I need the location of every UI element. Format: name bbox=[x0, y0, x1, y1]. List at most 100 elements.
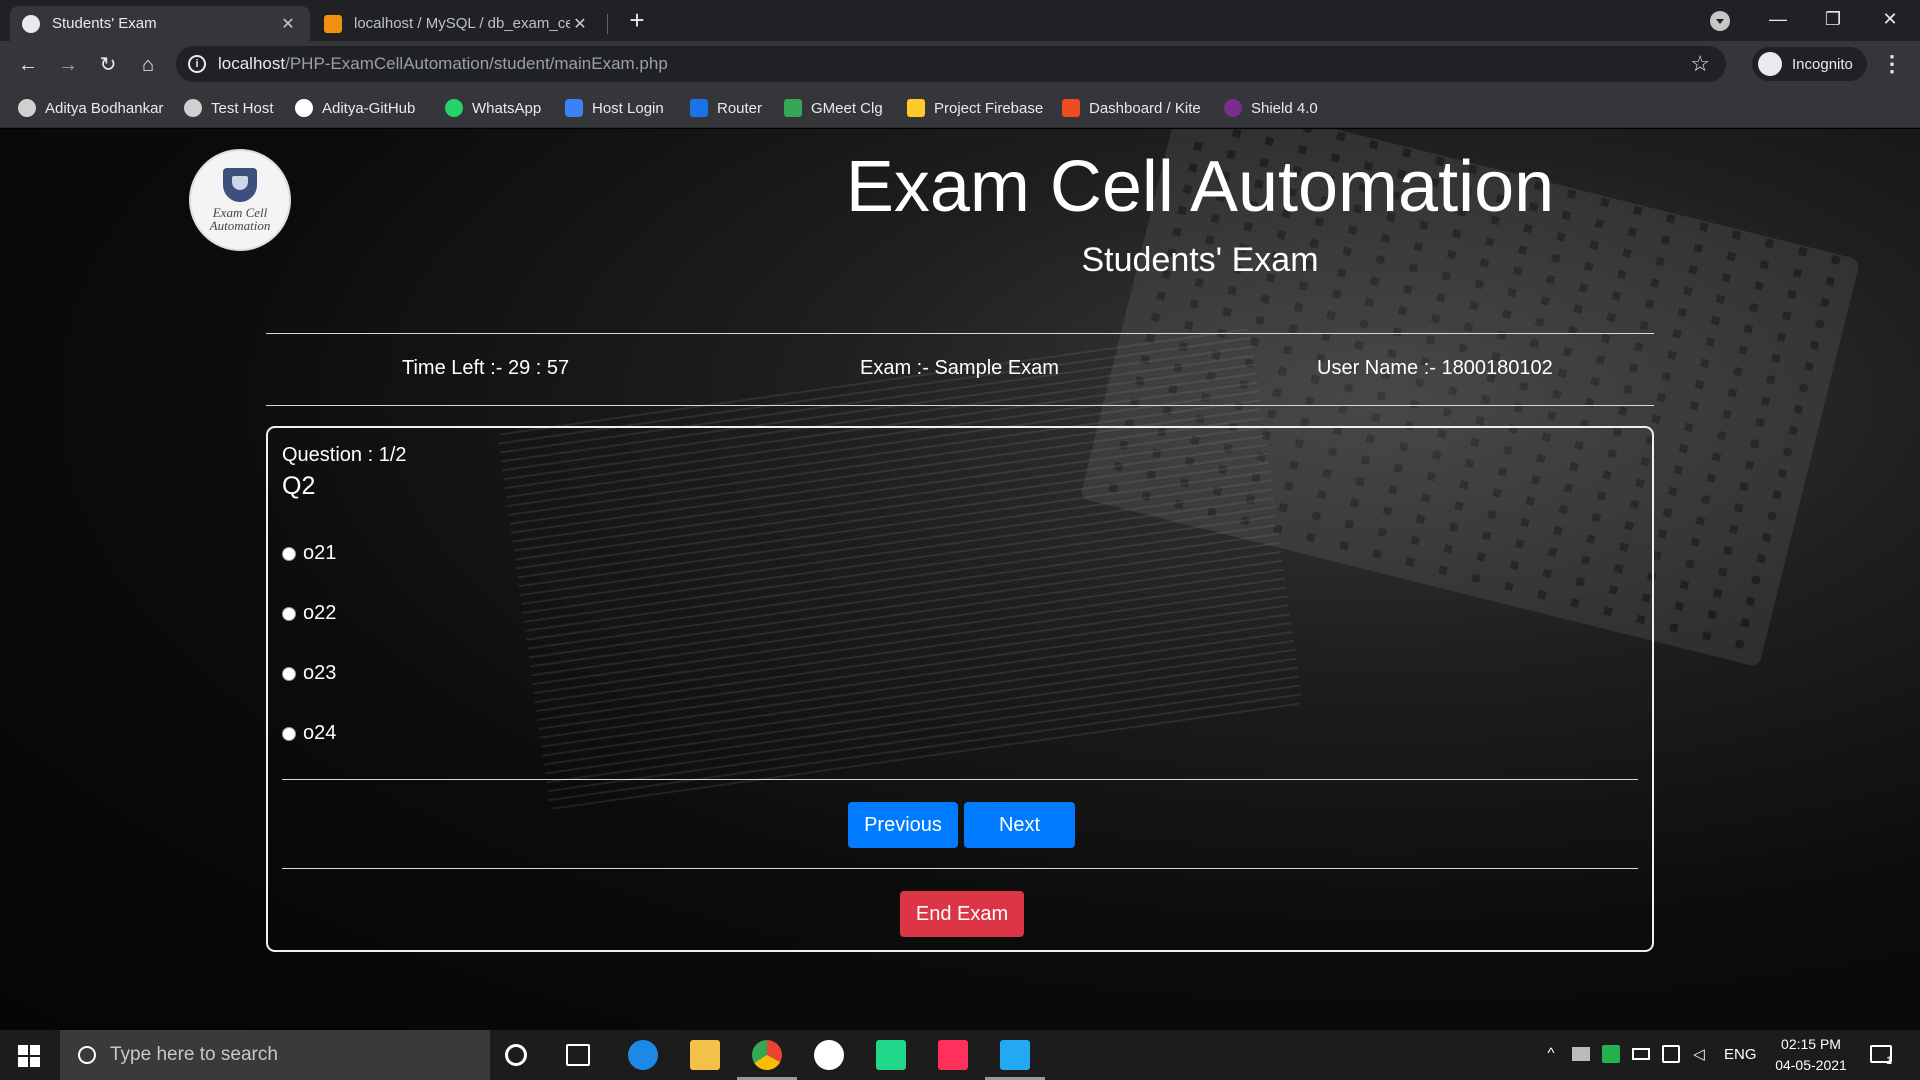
browser-tab-bar: Students' Exam ✕ localhost / MySQL / db_… bbox=[0, 0, 1920, 41]
vscode-icon[interactable] bbox=[1000, 1040, 1030, 1070]
clock-date: 04-05-2021 bbox=[1775, 1057, 1847, 1073]
bookmark-test-host[interactable]: Test Host bbox=[184, 96, 274, 120]
exam-name-label: Exam :- Sample Exam bbox=[860, 357, 1059, 379]
tab-phpmyadmin[interactable]: localhost / MySQL / db_exam_cel ✕ bbox=[312, 6, 602, 41]
tray-app-icon[interactable] bbox=[1602, 1045, 1620, 1063]
previous-button[interactable]: Previous bbox=[848, 802, 958, 848]
intellij-icon[interactable] bbox=[938, 1040, 968, 1070]
bookmark-host-login[interactable]: Host Login bbox=[565, 96, 664, 120]
end-exam-button[interactable]: End Exam bbox=[900, 891, 1024, 937]
close-tab-icon[interactable]: ✕ bbox=[570, 14, 590, 34]
network-icon[interactable] bbox=[1662, 1045, 1680, 1063]
forward-arrow-icon[interactable]: → bbox=[52, 49, 84, 81]
windows-taskbar: Type here to search ^ ◁ ENG 02:15 PM 04-… bbox=[0, 1030, 1920, 1080]
taskbar-clock[interactable]: 02:15 PM 04-05-2021 bbox=[1766, 1034, 1856, 1076]
incognito-icon bbox=[1758, 52, 1782, 76]
whatsapp-icon bbox=[445, 99, 463, 117]
task-view-icon[interactable] bbox=[566, 1044, 590, 1066]
restore-button[interactable]: ❐ bbox=[1813, 4, 1853, 34]
bookmarks-bar: Aditya Bodhankar Test Host Aditya-GitHub… bbox=[0, 88, 1920, 128]
question-number: Question : 1/2 bbox=[282, 444, 407, 466]
card-divider-1 bbox=[282, 779, 1638, 780]
option-4[interactable]: o24 bbox=[282, 722, 336, 745]
home-icon[interactable]: ⌂ bbox=[132, 49, 164, 81]
time-left-label: Time Left :- 29 : 57 bbox=[402, 357, 570, 379]
close-tab-icon[interactable]: ✕ bbox=[278, 14, 298, 34]
edge-icon[interactable] bbox=[628, 1040, 658, 1070]
search-icon bbox=[78, 1046, 96, 1064]
bookmark-gmeet-clg[interactable]: GMeet Clg bbox=[784, 96, 883, 120]
chrome-icon[interactable] bbox=[752, 1040, 782, 1070]
bookmark-router[interactable]: Router bbox=[690, 96, 762, 120]
tab-search-icon[interactable] bbox=[1710, 11, 1730, 31]
github-icon bbox=[295, 99, 313, 117]
user-name-label: User Name :- 1800180102 bbox=[1317, 357, 1553, 379]
bookmark-aditya-github[interactable]: Aditya-GitHub bbox=[295, 96, 415, 120]
avatar-icon bbox=[18, 99, 36, 117]
incognito-label: Incognito bbox=[1792, 55, 1853, 73]
meet-icon bbox=[784, 99, 802, 117]
next-button[interactable]: Next bbox=[964, 802, 1075, 848]
bookmark-aditya-bodhankar[interactable]: Aditya Bodhankar bbox=[18, 96, 163, 120]
option-2[interactable]: o22 bbox=[282, 602, 336, 625]
close-window-button[interactable]: ✕ bbox=[1870, 4, 1910, 34]
notification-count: 1 bbox=[1886, 1055, 1893, 1067]
url-text[interactable]: localhost/PHP-ExamCellAutomation/student… bbox=[218, 54, 668, 74]
bookmark-project-firebase[interactable]: Project Firebase bbox=[907, 96, 1043, 120]
new-tab-button[interactable]: + bbox=[622, 6, 652, 36]
bookmark-shield[interactable]: Shield 4.0 bbox=[1224, 96, 1318, 120]
d-link-icon bbox=[690, 99, 708, 117]
language-indicator[interactable]: ENG bbox=[1724, 1046, 1757, 1063]
logo-shield-icon bbox=[223, 168, 257, 202]
site-logo: Exam Cell Automation bbox=[189, 149, 291, 251]
incognito-profile-button[interactable]: Incognito bbox=[1752, 47, 1867, 81]
page-content: Exam Cell Automation Exam Cell Automatio… bbox=[0, 129, 1920, 1030]
card-divider-2 bbox=[282, 868, 1638, 869]
pycharm-icon[interactable] bbox=[876, 1040, 906, 1070]
radio-button[interactable] bbox=[282, 606, 296, 621]
header-divider-bottom bbox=[266, 405, 1654, 406]
clock-time: 02:15 PM bbox=[1781, 1036, 1841, 1052]
reload-icon[interactable]: ↻ bbox=[92, 49, 124, 81]
globe-icon bbox=[184, 99, 202, 117]
bookmark-whatsapp[interactable]: WhatsApp bbox=[445, 96, 541, 120]
windows-start-icon[interactable] bbox=[18, 1045, 40, 1067]
back-arrow-icon[interactable]: ← bbox=[12, 49, 44, 81]
taskbar-search-box[interactable]: Type here to search bbox=[60, 1030, 490, 1080]
file-explorer-icon[interactable] bbox=[690, 1040, 720, 1070]
show-hidden-icons-chevron-icon[interactable]: ^ bbox=[1542, 1045, 1560, 1063]
page-title: Exam Cell Automation bbox=[845, 147, 1555, 227]
phpmyadmin-icon bbox=[324, 14, 342, 33]
minimize-button[interactable]: — bbox=[1758, 4, 1798, 34]
page-subtitle: Students' Exam bbox=[1081, 241, 1319, 279]
site-info-icon[interactable]: i bbox=[188, 55, 206, 73]
question-card: Question : 1/2 Q2 o21 o22 o23 o24 Previo… bbox=[266, 426, 1654, 952]
page-favicon-icon bbox=[22, 14, 40, 33]
tab-separator bbox=[607, 14, 608, 34]
header-divider-top bbox=[266, 333, 1654, 334]
radio-button[interactable] bbox=[282, 726, 296, 741]
app-w-icon[interactable] bbox=[814, 1040, 844, 1070]
address-bar[interactable]: i localhost/PHP-ExamCellAutomation/stude… bbox=[176, 46, 1726, 82]
menu-kebab-icon[interactable]: ⋮ bbox=[1880, 49, 1904, 79]
search-placeholder: Type here to search bbox=[110, 1044, 278, 1065]
battery-icon[interactable] bbox=[1632, 1048, 1650, 1060]
cortana-icon[interactable] bbox=[505, 1044, 527, 1066]
infinity-icon bbox=[565, 99, 583, 117]
firebase-icon bbox=[907, 99, 925, 117]
kite-icon bbox=[1062, 99, 1080, 117]
bookmark-dashboard-kite[interactable]: Dashboard / Kite bbox=[1062, 96, 1201, 120]
radio-button[interactable] bbox=[282, 666, 296, 681]
volume-icon[interactable]: ◁ bbox=[1690, 1045, 1708, 1063]
tab-title: localhost / MySQL / db_exam_cel bbox=[354, 15, 570, 32]
radio-button[interactable] bbox=[282, 546, 296, 561]
option-3[interactable]: o23 bbox=[282, 662, 336, 685]
tab-title: Students' Exam bbox=[52, 15, 157, 32]
browser-toolbar: ← → ↻ ⌂ i localhost/PHP-ExamCellAutomati… bbox=[0, 41, 1920, 88]
bookmark-star-icon[interactable]: ☆ bbox=[1690, 51, 1710, 77]
question-text: Q2 bbox=[282, 472, 316, 500]
tab-students-exam[interactable]: Students' Exam ✕ bbox=[10, 6, 310, 41]
tray-device-icon[interactable] bbox=[1572, 1047, 1590, 1061]
shield-icon bbox=[1224, 99, 1242, 117]
option-1[interactable]: o21 bbox=[282, 542, 336, 565]
